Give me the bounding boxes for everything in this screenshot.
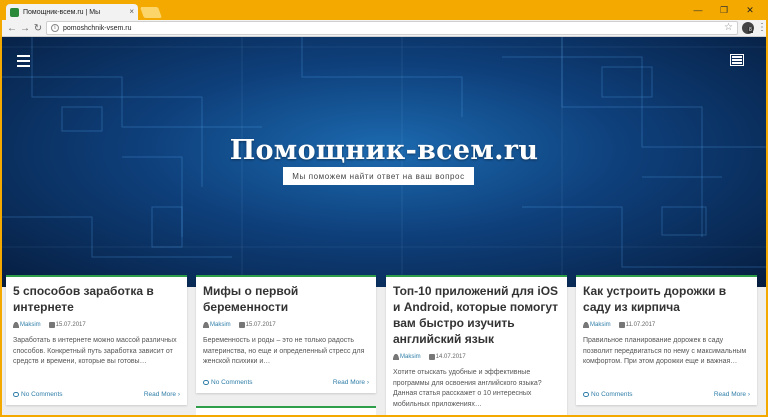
calendar-icon bbox=[48, 322, 55, 328]
comments-link[interactable]: No Comments bbox=[203, 379, 253, 386]
favicon-icon bbox=[10, 7, 19, 17]
menu-icon[interactable]: ⋮ bbox=[757, 21, 766, 35]
url-text[interactable]: pomoshchnik-vsem.ru bbox=[63, 25, 131, 32]
read-more-link[interactable]: Read More › bbox=[714, 391, 750, 398]
post-title[interactable]: Как устроить дорожки в саду из кирпича bbox=[583, 283, 750, 315]
browser-window: Помощник-всем.ru | Мы × — ❐ ✕ ← → ↻ i po… bbox=[2, 2, 766, 415]
user-icon bbox=[203, 322, 209, 328]
post-author[interactable]: Maksim bbox=[210, 322, 231, 328]
menu-hamburger-icon[interactable] bbox=[17, 55, 30, 67]
post-title[interactable]: 5 способов заработка в интернете bbox=[13, 283, 180, 315]
user-icon bbox=[393, 354, 399, 360]
new-tab-button[interactable] bbox=[139, 7, 163, 18]
post-date: 11.07.2017 bbox=[625, 322, 656, 328]
post-excerpt: Беременность и роды – это не только радо… bbox=[203, 337, 365, 365]
post-title[interactable]: Мифы о первой беременности bbox=[203, 283, 369, 315]
web-page: Помощник-всем.ru Мы поможем найти ответ … bbox=[2, 37, 766, 415]
comments-link[interactable]: No Comments bbox=[583, 391, 633, 398]
post-excerpt: Правильное планирование дорожек в саду п… bbox=[583, 337, 747, 365]
comment-icon bbox=[203, 380, 209, 385]
post-card: Топ-10 приложений для iOS и Android, кот… bbox=[386, 275, 567, 415]
comment-icon bbox=[13, 392, 19, 397]
comments-label[interactable]: No Comments bbox=[211, 379, 253, 386]
post-author[interactable]: Maksim bbox=[590, 322, 611, 328]
address-bar[interactable]: i pomoshchnik-vsem.ru ☆ bbox=[46, 21, 738, 35]
read-more-label[interactable]: Read More bbox=[144, 391, 176, 398]
post-excerpt: Заработать в интернете можно массой разл… bbox=[13, 337, 177, 365]
read-more-label[interactable]: Read More bbox=[714, 391, 746, 398]
calendar-icon bbox=[428, 354, 435, 360]
tagline-box: Мы поможем найти ответ на ваш вопрос bbox=[283, 167, 474, 185]
post-author[interactable]: Maksim bbox=[20, 322, 41, 328]
browser-toolbar: ← → ↻ i pomoshchnik-vsem.ru ☆ 8 ⋮ bbox=[2, 20, 766, 37]
read-more-link[interactable]: Read More › bbox=[144, 391, 180, 398]
post-excerpt: Хотите отыскать удобные и эффективные пр… bbox=[393, 369, 542, 408]
post-card: Мифы о первой беременности Maksim 15.07.… bbox=[196, 275, 376, 393]
post-date: 15.07.2017 bbox=[55, 322, 86, 328]
info-icon[interactable]: i bbox=[51, 24, 59, 32]
reload-icon[interactable]: ↻ bbox=[32, 21, 44, 35]
calendar-icon bbox=[238, 322, 245, 328]
post-meta: Maksim 15.07.2017 bbox=[13, 322, 180, 328]
post-author[interactable]: Maksim bbox=[400, 354, 421, 360]
read-more-label[interactable]: Read More bbox=[333, 379, 365, 386]
post-card: Как устроить дорожки в саду из кирпича M… bbox=[576, 275, 757, 405]
forward-icon[interactable]: → bbox=[19, 21, 31, 35]
post-meta: Maksim 15.07.2017 bbox=[203, 322, 369, 328]
calendar-icon bbox=[618, 322, 625, 328]
extension-badge: 8 bbox=[748, 27, 753, 33]
site-tagline: Мы поможем найти ответ на ваш вопрос bbox=[292, 171, 465, 181]
comments-link[interactable]: No Comments bbox=[13, 391, 63, 398]
browser-tab[interactable]: Помощник-всем.ru | Мы × bbox=[6, 4, 138, 20]
post-meta: Maksim 11.07.2017 bbox=[583, 322, 750, 328]
user-icon bbox=[583, 322, 589, 328]
tab-strip: Помощник-всем.ru | Мы × — ❐ ✕ bbox=[2, 2, 766, 20]
back-icon[interactable]: ← bbox=[6, 21, 18, 35]
post-footer: No Comments Read More › bbox=[13, 391, 180, 398]
post-meta: Maksim 14.07.2017 bbox=[393, 354, 560, 360]
site-title[interactable]: Помощник-всем.ru bbox=[2, 135, 766, 166]
post-title[interactable]: Топ-10 приложений для iOS и Android, кот… bbox=[393, 283, 560, 347]
hero-banner: Помощник-всем.ru Мы поможем найти ответ … bbox=[2, 37, 766, 287]
comments-label[interactable]: No Comments bbox=[591, 391, 633, 398]
post-date: 14.07.2017 bbox=[435, 354, 466, 360]
comment-icon bbox=[583, 392, 589, 397]
post-footer: No Comments Read More › bbox=[583, 391, 750, 398]
read-more-link[interactable]: Read More › bbox=[333, 379, 369, 386]
post-footer: No Comments Read More › bbox=[203, 379, 369, 386]
star-icon[interactable]: ☆ bbox=[724, 22, 733, 34]
post-date: 15.07.2017 bbox=[245, 322, 276, 328]
close-window-button[interactable]: ✕ bbox=[738, 3, 762, 17]
comments-label[interactable]: No Comments bbox=[21, 391, 63, 398]
tab-title: Помощник-всем.ru | Мы bbox=[23, 8, 101, 16]
window-controls: — ❐ ✕ bbox=[686, 3, 762, 17]
post-card: 5 способов заработка в интернете Maksim … bbox=[6, 275, 187, 405]
restore-button[interactable]: ❐ bbox=[712, 3, 736, 17]
minimize-button[interactable]: — bbox=[686, 3, 710, 17]
next-post-card bbox=[196, 406, 376, 415]
user-icon bbox=[13, 322, 19, 328]
tab-close-button[interactable]: × bbox=[129, 8, 134, 16]
sidebar-toggle-icon[interactable] bbox=[730, 54, 744, 66]
